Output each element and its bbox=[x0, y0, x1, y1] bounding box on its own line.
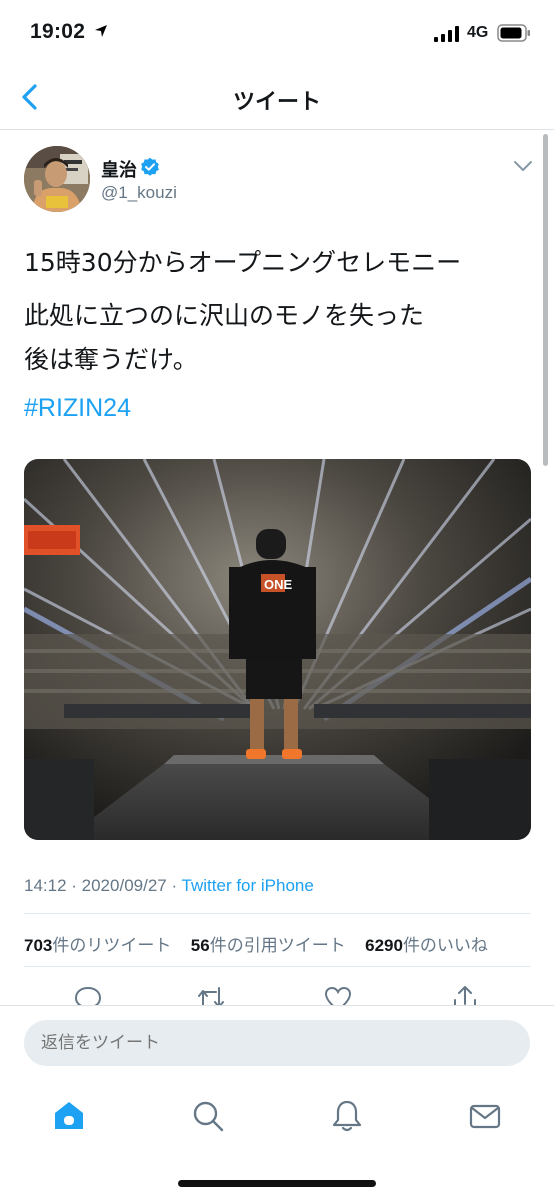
author-handle[interactable]: @1_kouzi bbox=[101, 183, 177, 203]
verified-badge-icon bbox=[141, 157, 159, 176]
like-icon[interactable] bbox=[323, 984, 353, 1006]
location-arrow-icon bbox=[95, 25, 107, 37]
notifications-icon[interactable] bbox=[330, 1099, 364, 1133]
signal-icon bbox=[434, 26, 459, 42]
network-type: 4G bbox=[467, 24, 489, 41]
author-name[interactable]: 皇治 bbox=[101, 156, 137, 182]
quotes-count: 56 bbox=[190, 936, 210, 955]
tweet-menu-chevron-icon[interactable] bbox=[512, 158, 534, 174]
tweet-text-line: 此処に立つのに沢山のモノを失った bbox=[24, 301, 425, 330]
retweets-count: 703 bbox=[24, 936, 53, 955]
divider bbox=[24, 913, 530, 914]
status-bar: 19:02 4G bbox=[0, 0, 554, 66]
tweet-client-link[interactable]: Twitter for iPhone bbox=[182, 876, 314, 895]
tweet-photo[interactable]: ONE bbox=[24, 459, 531, 840]
divider bbox=[24, 966, 530, 967]
scroll-indicator[interactable] bbox=[543, 134, 548, 466]
quotes-label: 件の引用ツイート bbox=[209, 936, 346, 956]
likes-stat[interactable]: 6290件のいいね bbox=[365, 931, 488, 956]
retweets-stat[interactable]: 703件のリツイート bbox=[24, 931, 171, 956]
quotes-stat[interactable]: 56件の引用ツイート bbox=[191, 931, 346, 956]
reply-icon[interactable] bbox=[73, 984, 103, 1006]
likes-label: 件のいいね bbox=[402, 936, 488, 956]
likes-count: 6290 bbox=[365, 936, 403, 955]
tweet-meta: 14:12 · 2020/09/27 · Twitter for iPhone bbox=[24, 876, 314, 896]
retweet-icon[interactable] bbox=[196, 984, 226, 1006]
messages-icon[interactable] bbox=[468, 1099, 502, 1133]
retweets-label: 件のリツイート bbox=[52, 936, 172, 956]
tweet-text-line: 15時30分からオープニングセレモニー bbox=[24, 248, 462, 277]
arena-photo-image: ONE bbox=[24, 459, 531, 840]
avatar-image bbox=[24, 146, 90, 212]
home-indicator[interactable] bbox=[178, 1180, 376, 1187]
tweet-timestamp: 14:12 · 2020/09/27 · bbox=[24, 876, 182, 895]
tweet-stats: 703件のリツイート 56件の引用ツイート 6290件のいいね bbox=[24, 931, 502, 956]
svg-text:ONE: ONE bbox=[264, 577, 293, 592]
share-icon[interactable] bbox=[450, 984, 480, 1006]
battery-icon bbox=[497, 24, 530, 42]
hashtag-link[interactable]: #RIZIN24 bbox=[24, 394, 131, 423]
reply-bar bbox=[0, 1005, 554, 1079]
avatar[interactable] bbox=[24, 146, 90, 212]
tweet-action-bar bbox=[0, 984, 554, 1006]
page-title: ツイート bbox=[232, 90, 321, 115]
navigation-bar: ツイート bbox=[0, 66, 554, 130]
status-time: 19:02 bbox=[30, 20, 86, 43]
search-icon[interactable] bbox=[191, 1099, 225, 1133]
reply-input[interactable] bbox=[24, 1020, 530, 1066]
home-icon[interactable] bbox=[52, 1099, 86, 1133]
tweet-text-line: 後は奪うだけ。 bbox=[24, 345, 198, 374]
